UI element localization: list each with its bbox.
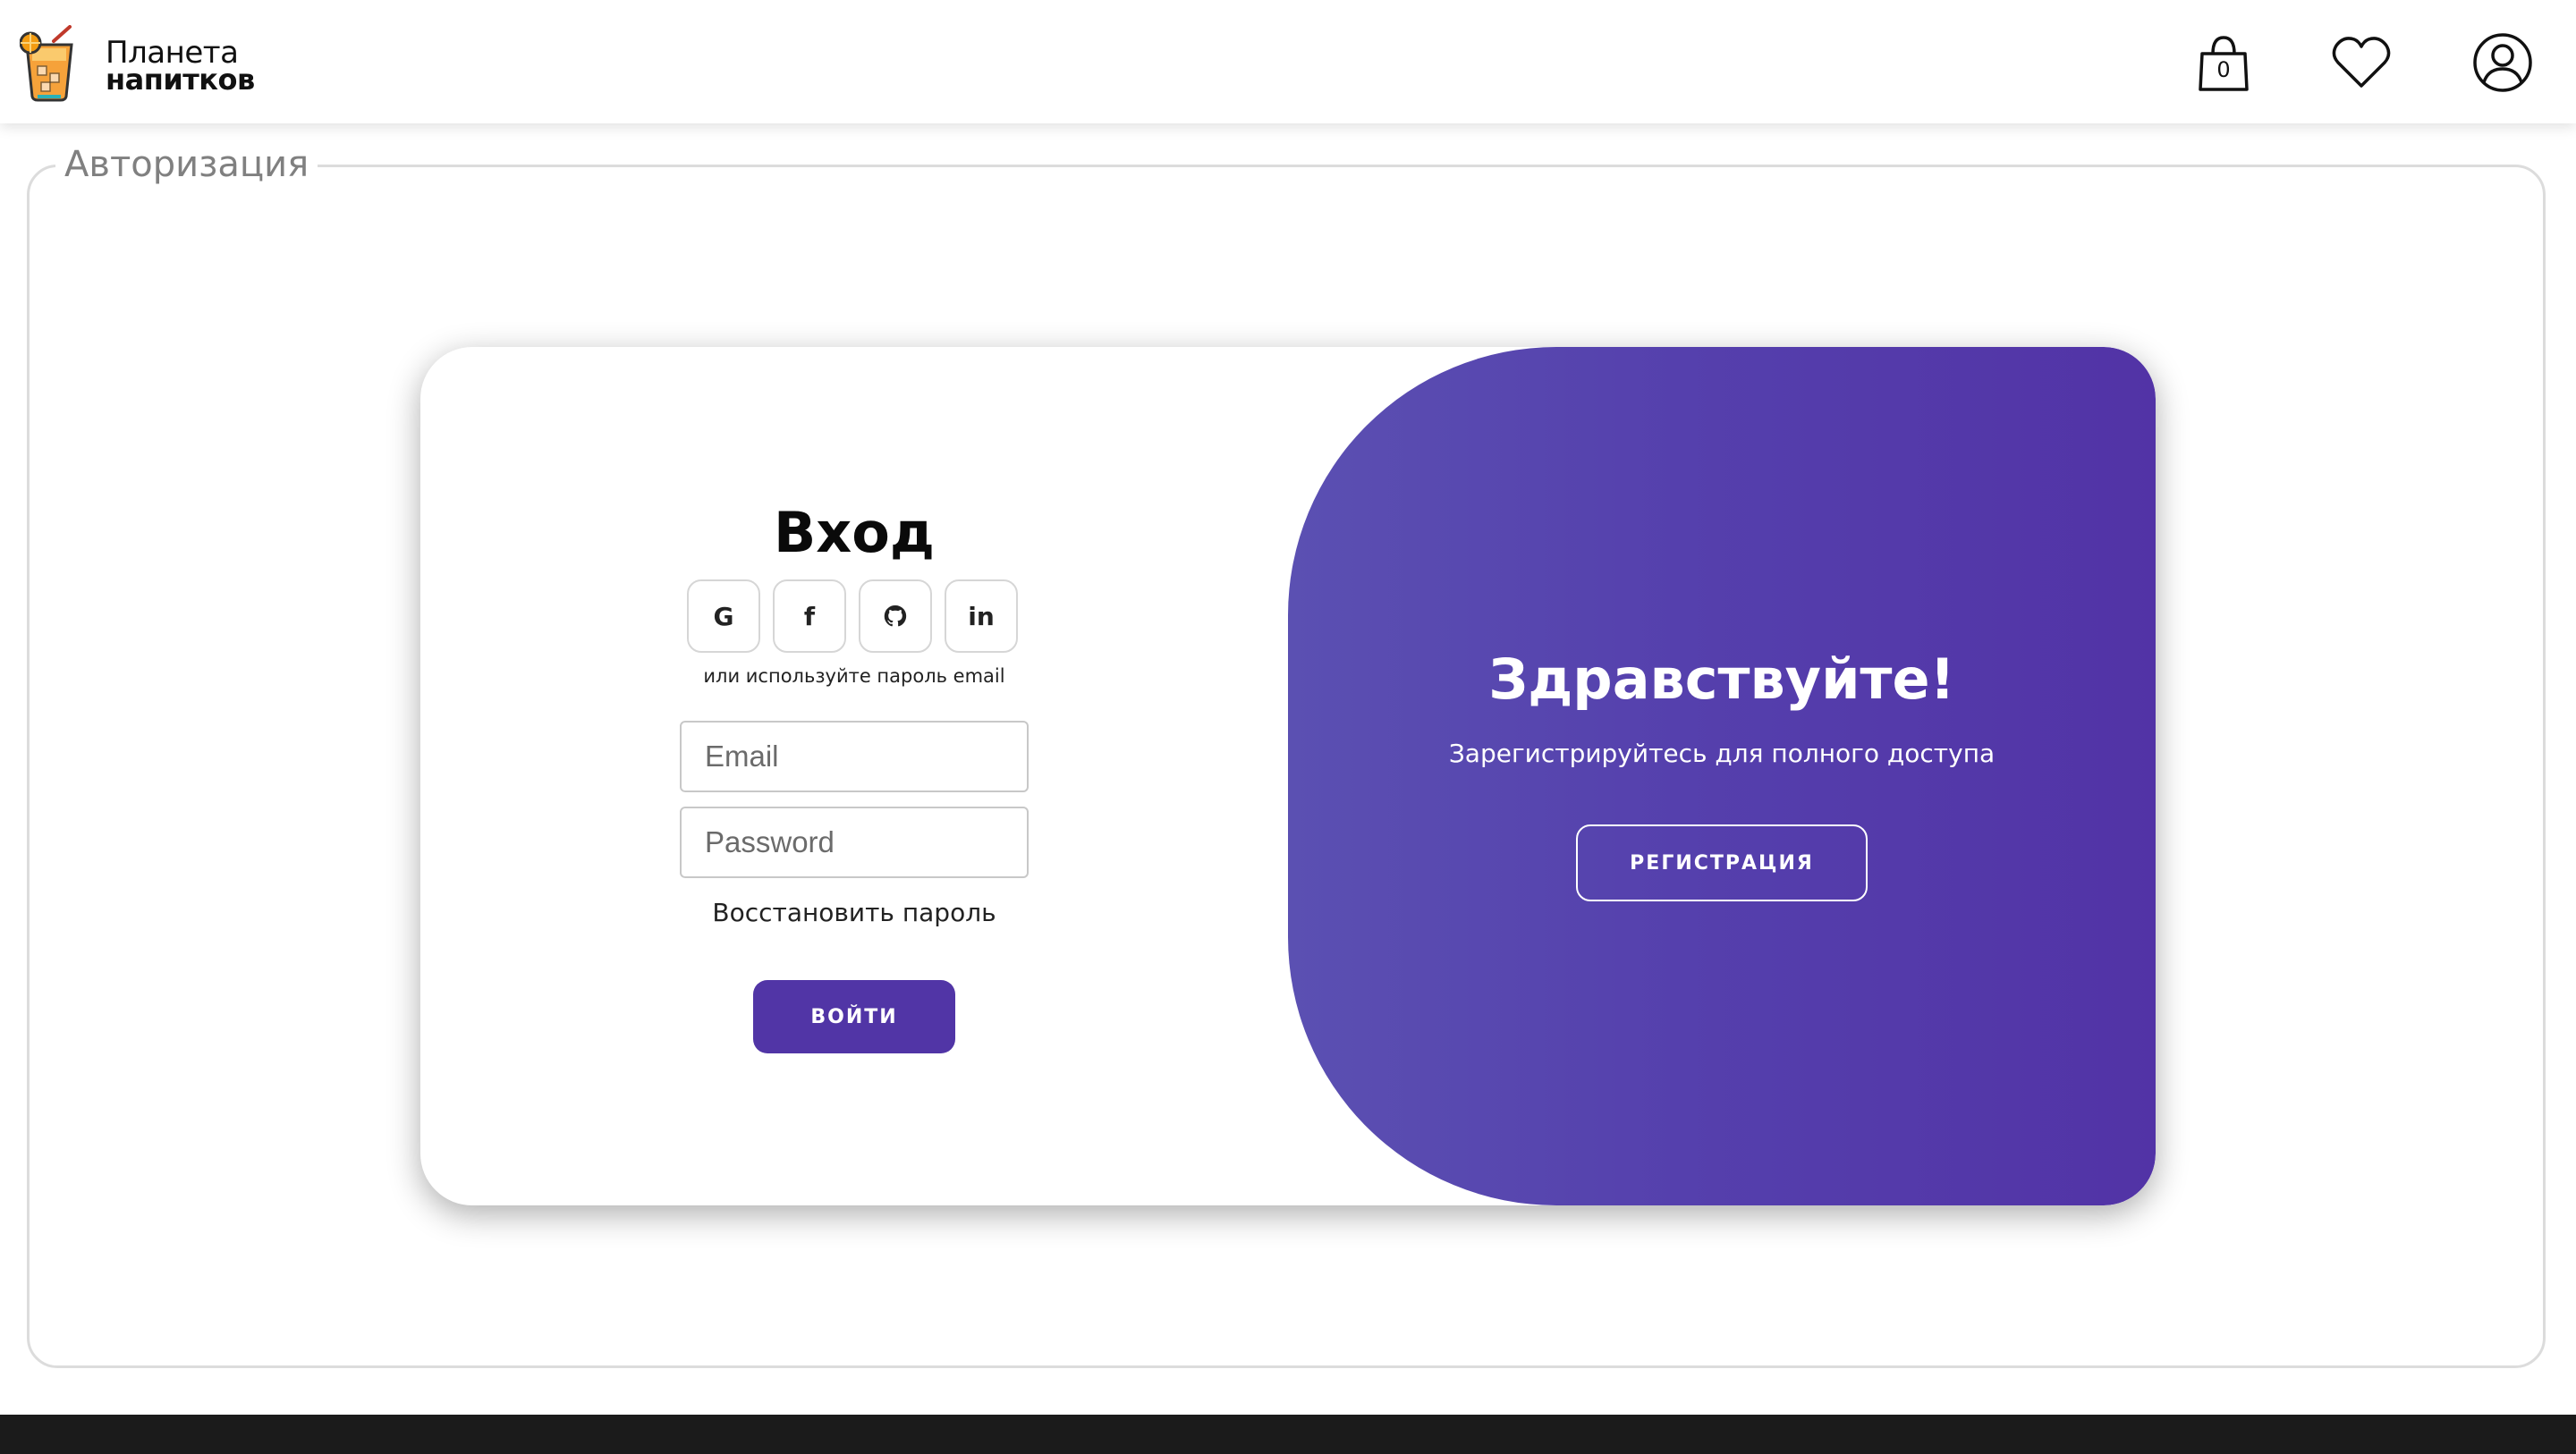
alt-login-hint: или используйте пароль email xyxy=(703,665,1005,687)
login-button[interactable]: ВОЙТИ xyxy=(753,980,955,1053)
welcome-subtitle: Зарегистрируйтесь для полного доступа xyxy=(1448,739,1996,768)
github-icon xyxy=(884,604,907,627)
login-title: Вход xyxy=(774,500,935,565)
site-footer xyxy=(0,1415,2576,1454)
facebook-icon: f xyxy=(803,601,816,631)
favorites-button[interactable] xyxy=(2329,30,2394,95)
auth-legend: Авторизация xyxy=(55,143,318,186)
social-login-row: G f in xyxy=(687,579,1023,656)
user-icon xyxy=(2473,33,2532,92)
forgot-password-link[interactable]: Восстановить пароль xyxy=(644,898,1064,927)
linkedin-icon: in xyxy=(968,601,995,631)
email-input[interactable] xyxy=(680,721,1029,792)
brand-name[interactable]: Планета напитков xyxy=(106,38,255,97)
heart-icon xyxy=(2332,37,2391,88)
profile-button[interactable] xyxy=(2470,30,2535,95)
linkedin-login-button[interactable]: in xyxy=(945,579,1018,653)
password-input[interactable] xyxy=(680,807,1029,878)
github-login-button[interactable] xyxy=(859,579,932,653)
cocktail-logo[interactable] xyxy=(19,25,79,102)
welcome-title: Здравствуйте! xyxy=(1488,647,1955,712)
register-button[interactable]: РЕГИСТРАЦИЯ xyxy=(1576,824,1868,901)
cart-button[interactable]: 0 xyxy=(2191,30,2256,95)
google-login-button[interactable]: G xyxy=(687,579,760,653)
google-icon: G xyxy=(713,601,734,631)
cart-count-badge: 0 xyxy=(2216,57,2231,82)
site-header: Планета напитков 0 xyxy=(0,0,2576,123)
facebook-login-button[interactable]: f xyxy=(773,579,846,653)
brand-line2: напитков xyxy=(106,63,255,97)
register-panel xyxy=(1288,347,2156,1205)
